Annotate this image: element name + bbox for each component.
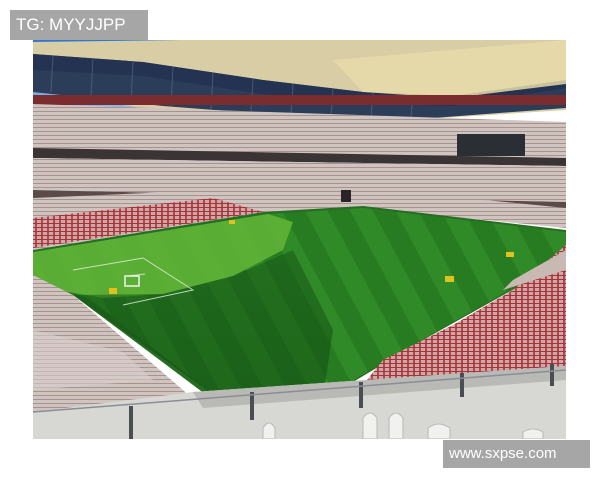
- watermark-bottom-right: www.sxpse.com: [443, 440, 590, 468]
- mower-3: [506, 252, 514, 257]
- mower-1: [109, 288, 117, 294]
- watermark-top-left: TG: MYYJJPP: [10, 10, 148, 40]
- mower-2: [445, 276, 454, 282]
- upper-band: [33, 95, 566, 105]
- stadium-photo: [33, 40, 566, 439]
- scoreboard: [457, 134, 525, 156]
